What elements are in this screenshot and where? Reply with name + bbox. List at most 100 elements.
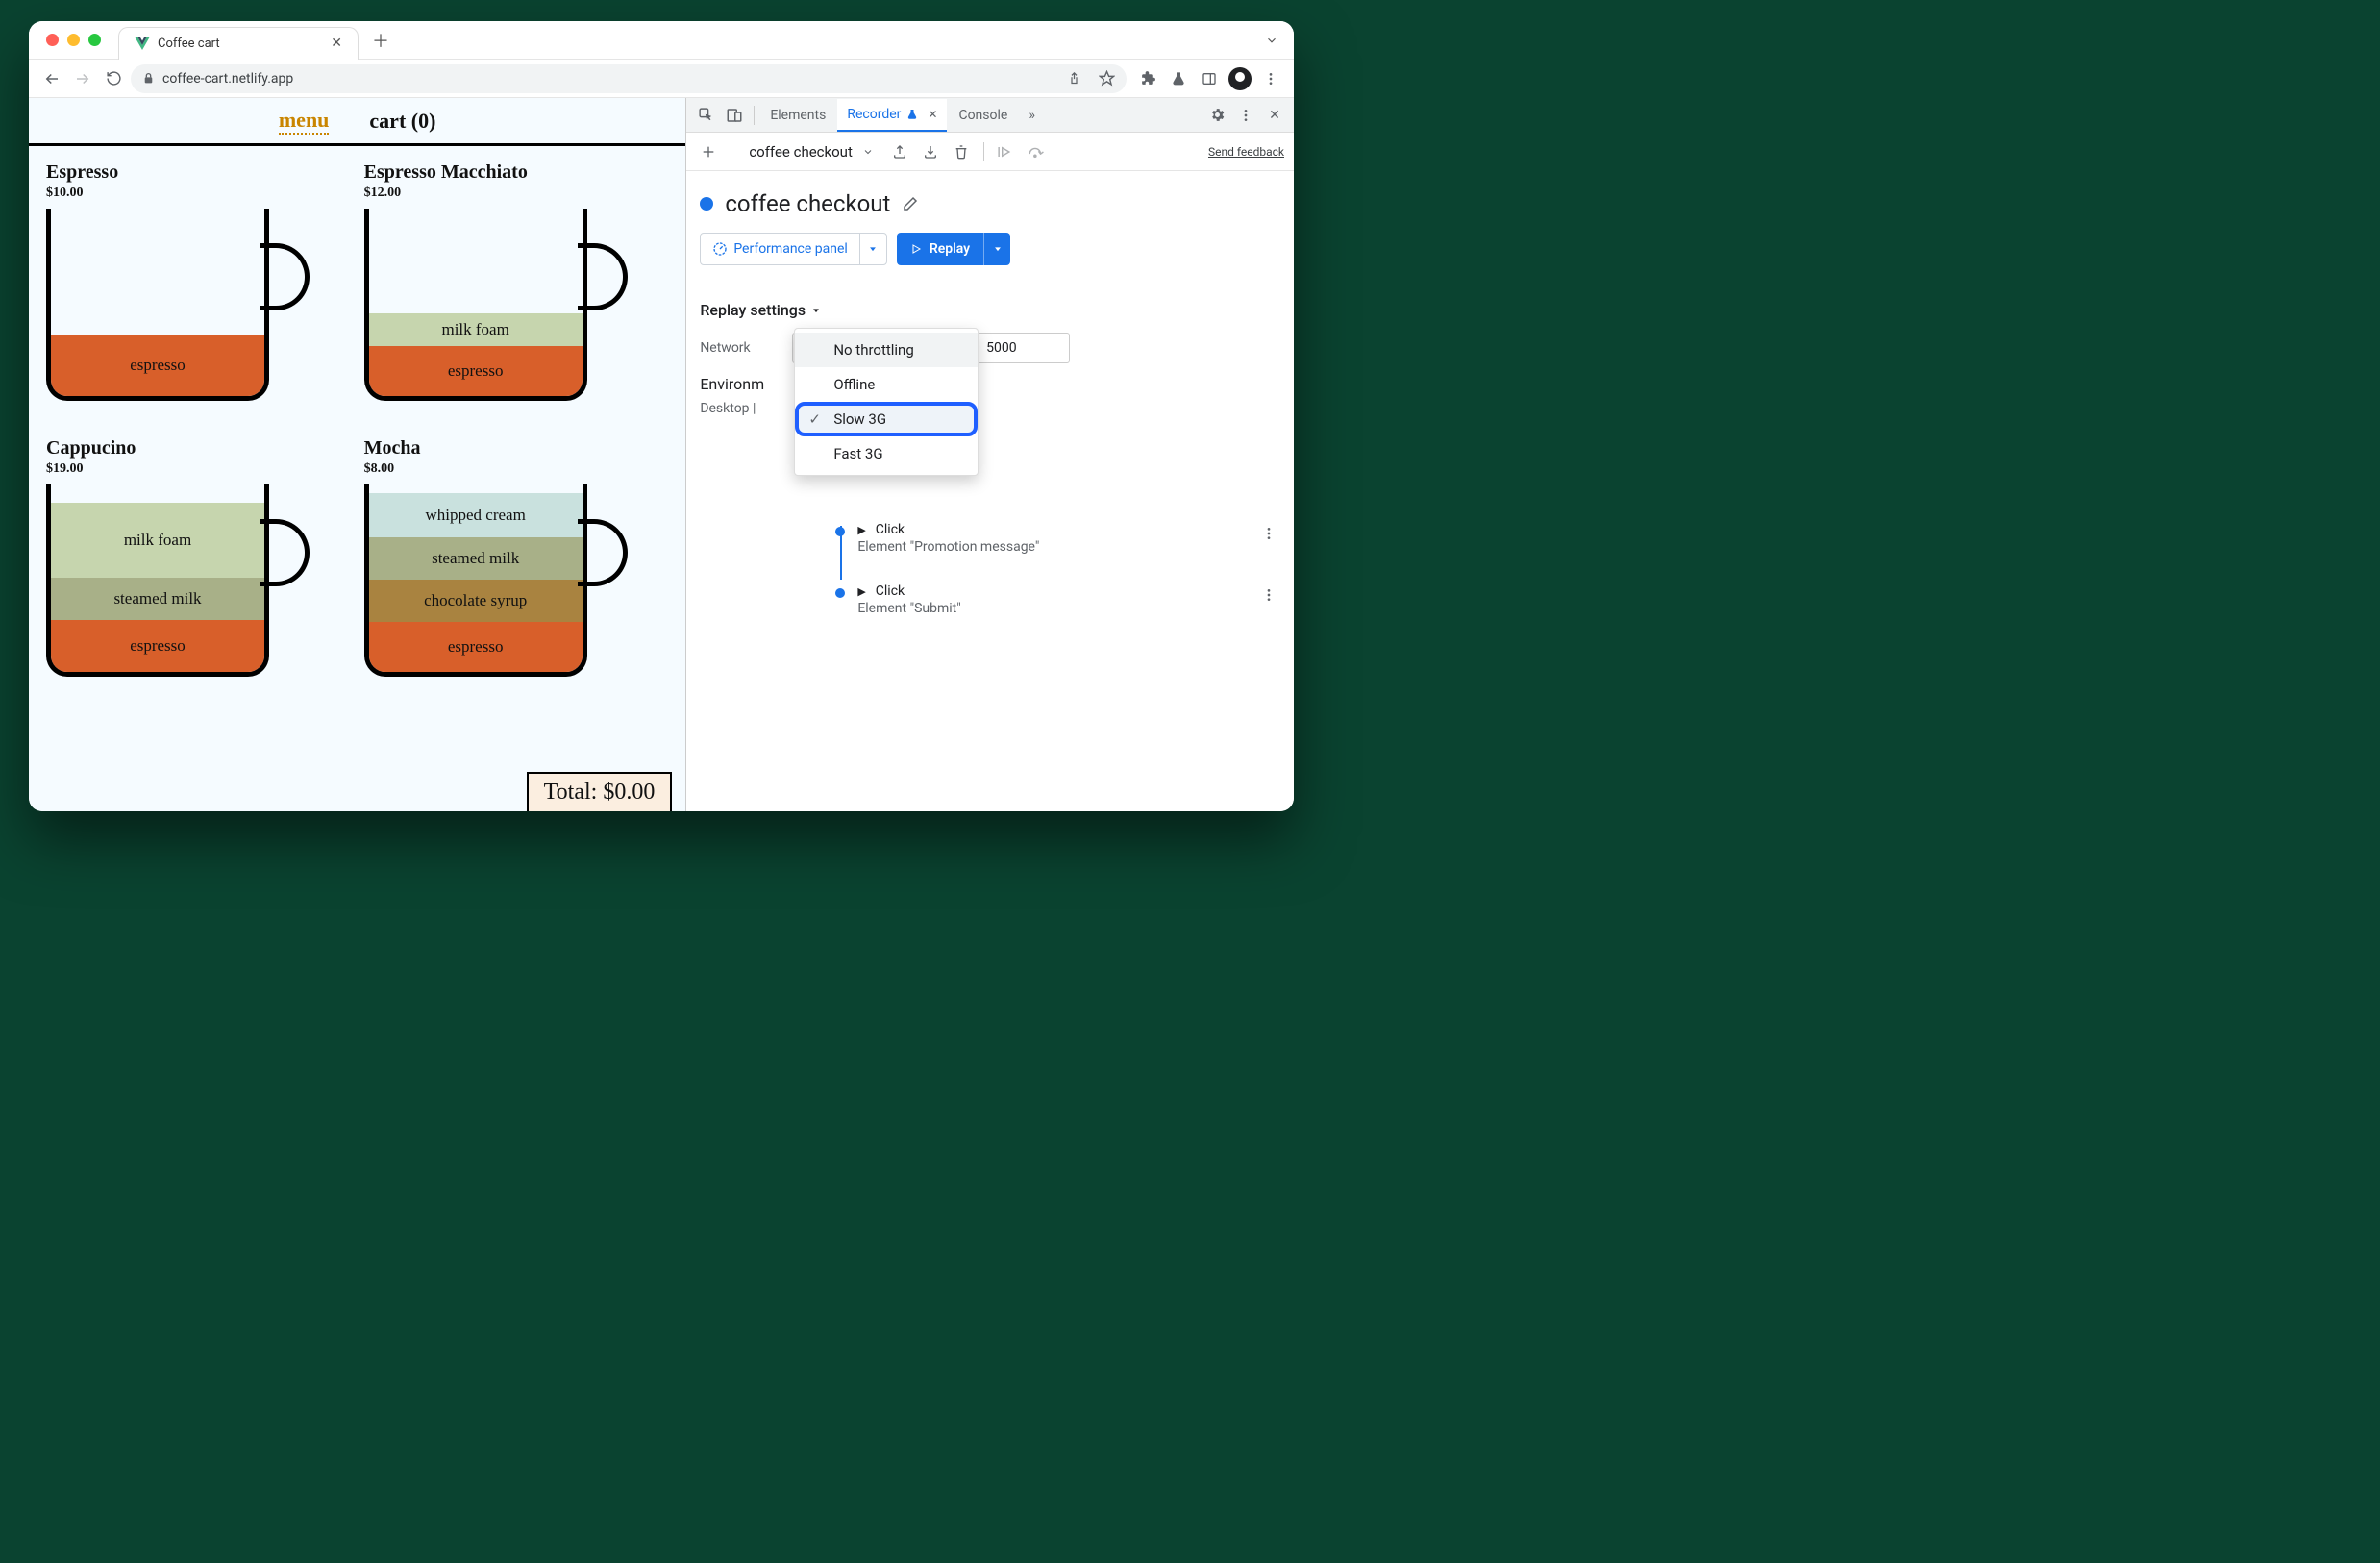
cup-handle bbox=[260, 243, 310, 310]
forward-button[interactable] bbox=[69, 70, 96, 87]
tabs-overflow-button[interactable] bbox=[1265, 34, 1294, 47]
recording-title: coffee checkout bbox=[725, 190, 890, 217]
cup-layer: espresso bbox=[369, 622, 583, 672]
device-toggle-icon[interactable] bbox=[721, 107, 748, 124]
cup-layer: milk foam bbox=[369, 313, 583, 346]
step-detail: Element "Promotion message" bbox=[834, 539, 1280, 555]
total-box[interactable]: Total: $0.00 bbox=[527, 772, 673, 811]
devtools-panel: Elements Recorder ✕ Console » ✕ bbox=[686, 98, 1294, 811]
recording-title-row: coffee checkout bbox=[686, 171, 1294, 223]
browser-tab[interactable]: Coffee cart ✕ bbox=[118, 27, 359, 60]
new-recording-button[interactable] bbox=[696, 144, 721, 160]
dropdown-option[interactable]: Fast 3G bbox=[795, 436, 978, 471]
replay-button[interactable]: Replay bbox=[897, 233, 1010, 265]
performance-dropdown-button[interactable] bbox=[859, 234, 886, 264]
product-price: $19.00 bbox=[46, 461, 351, 477]
cup-layer: steamed milk bbox=[51, 578, 264, 620]
devtools-settings-icon[interactable] bbox=[1203, 107, 1230, 123]
devtools-menu-icon[interactable] bbox=[1232, 108, 1259, 123]
product-name: Mocha bbox=[364, 437, 669, 459]
step-detail: Element "Submit" bbox=[834, 601, 1280, 616]
tabstrip: Coffee cart ✕ ＋ bbox=[118, 21, 403, 59]
performance-panel-button[interactable]: Performance panel bbox=[700, 233, 887, 265]
product-grid: Espresso$10.00espressoEspresso Macchiato… bbox=[29, 146, 685, 702]
environment-value: Desktop | bbox=[700, 401, 1280, 416]
window-close-button[interactable] bbox=[46, 34, 59, 46]
step-menu-icon[interactable] bbox=[1261, 526, 1277, 541]
dropdown-option[interactable]: No throttling bbox=[795, 333, 978, 367]
cup-layer: espresso bbox=[51, 335, 264, 396]
labs-icon[interactable] bbox=[1165, 71, 1192, 87]
tab-title: Coffee cart bbox=[158, 37, 220, 51]
webpage: menu cart (0) Espresso$10.00espressoEspr… bbox=[29, 98, 686, 811]
product-card[interactable]: Espresso$10.00espresso bbox=[46, 161, 351, 410]
recorder-body: Replay settings Network Slow 3G Timeout … bbox=[686, 285, 1294, 811]
page-nav: menu cart (0) bbox=[29, 98, 685, 146]
import-icon[interactable] bbox=[918, 144, 943, 160]
devtools-tabstrip: Elements Recorder ✕ Console » ✕ bbox=[686, 98, 1294, 133]
step-over-icon[interactable] bbox=[994, 144, 1019, 160]
tab-close-icon[interactable]: ✕ bbox=[331, 36, 342, 51]
reload-button[interactable] bbox=[100, 70, 127, 87]
side-panel-icon[interactable] bbox=[1196, 71, 1223, 87]
cup-layer: whipped cream bbox=[369, 493, 583, 537]
tab-recorder-close-icon[interactable]: ✕ bbox=[928, 108, 937, 121]
profile-button[interactable] bbox=[1227, 67, 1253, 90]
delete-icon[interactable] bbox=[949, 144, 974, 160]
step-menu-icon[interactable] bbox=[1261, 587, 1277, 603]
titlebar: Coffee cart ✕ ＋ bbox=[29, 21, 1294, 60]
extensions-icon[interactable] bbox=[1134, 70, 1161, 87]
nav-menu-link[interactable]: menu bbox=[279, 108, 330, 135]
omnibox[interactable]: coffee-cart.netlify.app bbox=[131, 64, 1127, 93]
share-icon[interactable] bbox=[1067, 71, 1081, 86]
window-minimize-button[interactable] bbox=[67, 34, 80, 46]
edit-title-icon[interactable] bbox=[902, 195, 919, 212]
step-icon[interactable] bbox=[1025, 144, 1050, 160]
replay-dropdown-button[interactable] bbox=[983, 233, 1010, 265]
tab-elements[interactable]: Elements bbox=[760, 100, 835, 131]
cup-layer: milk foam bbox=[51, 503, 264, 578]
recording-actions: Performance panel Replay bbox=[686, 223, 1294, 285]
tabs-overflow[interactable]: » bbox=[1019, 100, 1045, 131]
cup-layer: chocolate syrup bbox=[369, 580, 583, 622]
replay-settings-heading[interactable]: Replay settings bbox=[700, 301, 1280, 319]
back-button[interactable] bbox=[38, 70, 65, 87]
bookmark-icon[interactable] bbox=[1099, 70, 1115, 87]
browser-window: Coffee cart ✕ ＋ coffee-cart.netlify.app bbox=[29, 21, 1294, 811]
recording-name: coffee checkout bbox=[749, 143, 853, 161]
export-icon[interactable] bbox=[887, 144, 912, 160]
product-price: $10.00 bbox=[46, 186, 351, 201]
new-tab-button[interactable]: ＋ bbox=[359, 28, 403, 53]
flask-icon bbox=[906, 109, 918, 120]
product-price: $8.00 bbox=[364, 461, 669, 477]
chevron-down-icon bbox=[811, 306, 821, 315]
tab-recorder[interactable]: Recorder ✕ bbox=[837, 99, 947, 132]
recording-dropdown[interactable]: coffee checkout bbox=[741, 143, 881, 161]
network-dropdown-menu: No throttlingOfflineSlow 3GFast 3G bbox=[794, 328, 979, 476]
step-item[interactable]: ▶ClickElement "Submit" bbox=[834, 583, 1280, 616]
steps-list: ▶ Click Element "Promotion message" ▶ClickE… bbox=[700, 522, 1280, 616]
recording-status-dot bbox=[700, 197, 713, 211]
nav-cart-link[interactable]: cart (0) bbox=[369, 109, 435, 134]
gauge-icon bbox=[712, 241, 728, 257]
step-action: Click bbox=[876, 522, 905, 537]
product-card[interactable]: Espresso Macchiato$12.00milk foamespress… bbox=[364, 161, 669, 410]
vue-icon bbox=[135, 37, 150, 50]
timeout-input[interactable]: 5000 bbox=[974, 333, 1070, 363]
dropdown-option[interactable]: Offline bbox=[795, 367, 978, 402]
product-card[interactable]: Mocha $8.00 whipped creamsteamed milkchoco… bbox=[364, 437, 669, 686]
chrome-menu-icon[interactable] bbox=[1257, 71, 1284, 87]
cup-layer: espresso bbox=[51, 620, 264, 672]
inspect-icon[interactable] bbox=[692, 107, 719, 123]
product-card[interactable]: Cappucino $19.00 milk foamsteamed milkespr… bbox=[46, 437, 351, 686]
step-item[interactable]: ▶ Click Element "Promotion message" bbox=[834, 522, 1280, 555]
dropdown-option[interactable]: Slow 3G bbox=[795, 402, 978, 436]
network-row: Network Slow 3G Timeout 5000 bbox=[700, 333, 1280, 363]
send-feedback-link[interactable]: Send feedback bbox=[1208, 145, 1284, 159]
tab-console[interactable]: Console bbox=[949, 100, 1017, 131]
cup: whipped creamsteamed milkchocolate syrup… bbox=[364, 484, 587, 677]
window-maximize-button[interactable] bbox=[88, 34, 101, 46]
devtools-close-icon[interactable]: ✕ bbox=[1261, 108, 1288, 123]
product-name: Cappucino bbox=[46, 437, 351, 459]
caret-right-icon: ▶ bbox=[857, 524, 865, 536]
